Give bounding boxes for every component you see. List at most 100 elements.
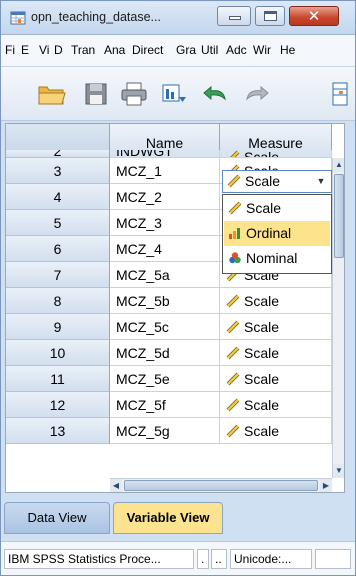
status-processor: IBM SPSS Statistics Proce... xyxy=(4,549,194,569)
scroll-down-arrow-icon[interactable]: ▼ xyxy=(333,464,344,478)
menu-edit[interactable]: E xyxy=(21,43,29,57)
measure-cell[interactable]: Scale xyxy=(220,392,332,418)
row-header[interactable]: 10 xyxy=(6,340,110,366)
measure-cell[interactable]: Scale xyxy=(220,288,332,314)
scale-ruler-icon xyxy=(226,320,240,334)
option-label: Nominal xyxy=(246,250,298,266)
measure-value: Scale xyxy=(244,397,280,413)
option-label: Scale xyxy=(246,200,282,216)
row-header[interactable]: 4 xyxy=(6,184,110,210)
chevron-down-icon[interactable]: ▼ xyxy=(313,173,329,190)
close-icon: ✕ xyxy=(307,7,321,25)
maximize-icon xyxy=(264,11,277,21)
window-title: opn_teaching_datase... xyxy=(31,10,161,24)
menu-transform[interactable]: Tran xyxy=(71,43,95,57)
measure-cell[interactable]: Scale xyxy=(220,340,332,366)
measure-cell[interactable]: Scale xyxy=(220,418,332,444)
undo-icon[interactable] xyxy=(201,81,231,107)
menu-direct-marketing[interactable]: Direct xyxy=(132,43,163,57)
name-cell[interactable]: MCZ_5d xyxy=(110,340,220,366)
menu-window[interactable]: Wir xyxy=(253,43,271,57)
row-header[interactable]: 3 xyxy=(6,158,110,184)
spss-data-editor-window: opn_teaching_datase... ✕ Fi E Vi D Tran … xyxy=(0,0,356,576)
horizontal-scroll-thumb[interactable] xyxy=(124,480,318,491)
measure-value: Scale xyxy=(244,371,280,387)
name-cell[interactable]: MCZ_4 xyxy=(110,236,220,262)
row-header[interactable]: 12 xyxy=(6,392,110,418)
status-bar: IBM SPSS Statistics Proce... . .. Unicod… xyxy=(1,541,355,575)
menu-view[interactable]: Vi xyxy=(39,43,49,57)
open-folder-icon[interactable] xyxy=(37,81,67,107)
toolbar xyxy=(1,67,355,121)
maximize-button[interactable] xyxy=(255,6,285,26)
name-cell[interactable]: MCZ_5c xyxy=(110,314,220,340)
measure-cell[interactable]: Scale xyxy=(220,366,332,392)
status-cell-2: . xyxy=(197,549,209,569)
scale-ruler-icon xyxy=(228,201,242,215)
vertical-scroll-thumb[interactable] xyxy=(334,174,344,258)
scale-ruler-icon xyxy=(230,150,240,157)
goto-case-icon[interactable] xyxy=(327,81,353,107)
redo-icon[interactable] xyxy=(241,81,271,107)
variable-view-grid: Name Measure 2 INDWGT Scale 3MCZ_1Scale4… xyxy=(5,123,345,493)
menu-data[interactable]: D xyxy=(54,43,63,57)
menu-graphs[interactable]: Gra xyxy=(176,43,196,57)
scroll-left-arrow-icon[interactable]: ◀ xyxy=(110,479,122,492)
scale-ruler-icon xyxy=(227,174,241,188)
print-icon[interactable] xyxy=(119,81,149,107)
menu-analyze[interactable]: Ana xyxy=(104,43,125,57)
scale-ruler-icon xyxy=(226,424,240,438)
measure-combobox[interactable]: Scale ▼ xyxy=(222,170,332,193)
measure-cell[interactable]: Scale xyxy=(220,314,332,340)
name-cell[interactable]: MCZ_5a xyxy=(110,262,220,288)
menu-utilities[interactable]: Util xyxy=(201,43,218,57)
name-cell[interactable]: MCZ_5e xyxy=(110,366,220,392)
measure-cell[interactable]: Scale xyxy=(220,150,332,158)
menu-file[interactable]: Fi xyxy=(5,43,15,57)
nominal-circles-icon xyxy=(229,252,241,264)
save-icon[interactable] xyxy=(81,81,111,107)
name-cell[interactable]: MCZ_5b xyxy=(110,288,220,314)
row-header[interactable]: 13 xyxy=(6,418,110,444)
measure-value: Scale xyxy=(244,345,280,361)
scroll-right-arrow-icon[interactable]: ▶ xyxy=(320,479,332,492)
tab-variable-view[interactable]: Variable View xyxy=(113,502,223,534)
close-button[interactable]: ✕ xyxy=(289,6,339,26)
vertical-scrollbar[interactable]: ▲ ▼ xyxy=(332,158,344,478)
status-cell-3: .. xyxy=(211,549,227,569)
row-header[interactable]: 8 xyxy=(6,288,110,314)
spss-app-icon xyxy=(10,11,26,25)
measure-value: Scale xyxy=(244,319,280,335)
tab-data-view[interactable]: Data View xyxy=(4,502,110,534)
name-cell[interactable]: MCZ_5f xyxy=(110,392,220,418)
measure-dropdown-list: Scale Ordinal Nominal xyxy=(222,194,332,274)
row-header[interactable]: 9 xyxy=(6,314,110,340)
minimize-icon xyxy=(229,16,241,20)
option-scale[interactable]: Scale xyxy=(224,196,330,221)
status-cell-5 xyxy=(315,549,351,569)
menu-help[interactable]: He xyxy=(280,43,295,57)
row-header[interactable]: 11 xyxy=(6,366,110,392)
measure-value: Scale xyxy=(244,293,280,309)
row-header[interactable]: 2 xyxy=(6,150,110,158)
dialog-recall-icon[interactable] xyxy=(159,81,189,107)
scale-ruler-icon xyxy=(226,294,240,308)
name-cell[interactable]: MCZ_5g xyxy=(110,418,220,444)
measure-value: Scale xyxy=(244,150,280,158)
scale-ruler-icon xyxy=(226,372,240,386)
option-ordinal[interactable]: Ordinal xyxy=(224,221,330,246)
status-encoding: Unicode:... xyxy=(230,549,312,569)
name-cell[interactable]: INDWGT xyxy=(110,150,220,158)
title-bar[interactable]: opn_teaching_datase... ✕ xyxy=(1,1,355,35)
row-header[interactable]: 5 xyxy=(6,210,110,236)
option-nominal[interactable]: Nominal xyxy=(224,246,330,271)
horizontal-scrollbar[interactable]: ◀ ▶ xyxy=(110,478,332,492)
minimize-button[interactable] xyxy=(217,6,251,26)
row-header[interactable]: 7 xyxy=(6,262,110,288)
row-header[interactable]: 6 xyxy=(6,236,110,262)
name-cell[interactable]: MCZ_1 xyxy=(110,158,220,184)
name-cell[interactable]: MCZ_2 xyxy=(110,184,220,210)
scroll-up-arrow-icon[interactable]: ▲ xyxy=(333,158,344,172)
menu-add-ons[interactable]: Adc xyxy=(226,43,247,57)
name-cell[interactable]: MCZ_3 xyxy=(110,210,220,236)
